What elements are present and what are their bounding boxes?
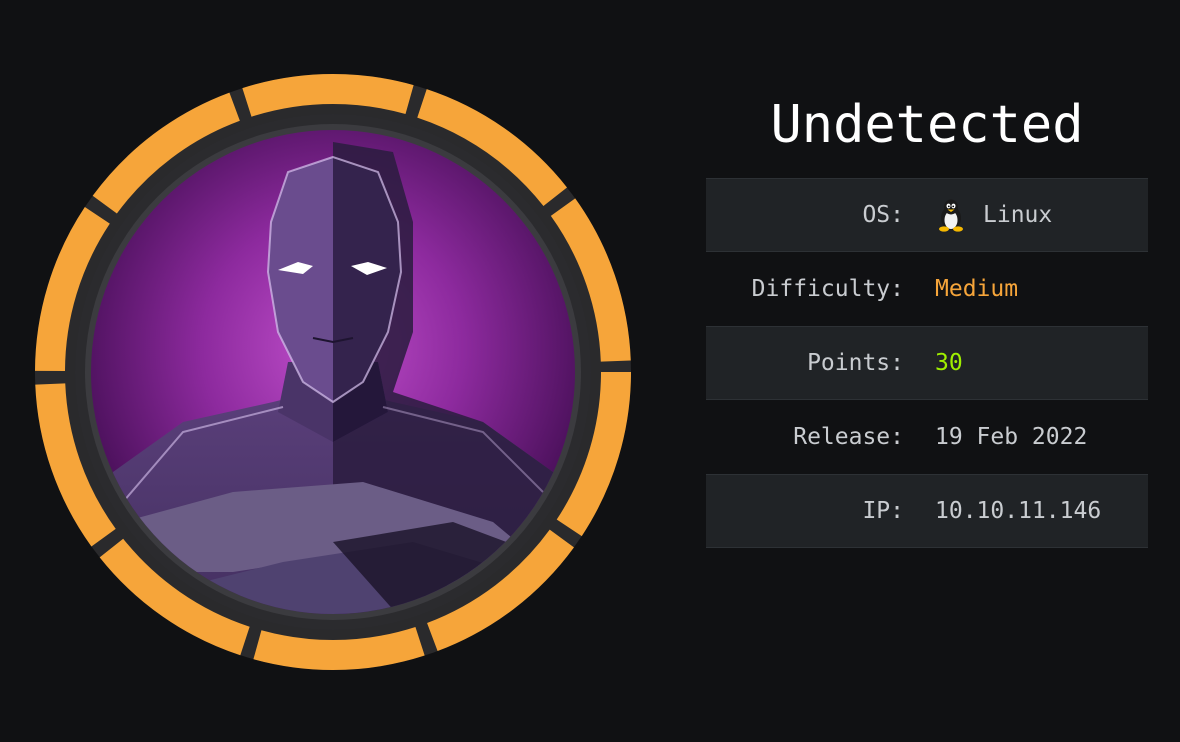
ip-value: 10.10.11.146 [935,498,1102,524]
ip-label: IP: [862,498,904,524]
difficulty-label: Difficulty: [751,276,904,302]
os-value: Linux [935,198,1052,232]
points-label: Points: [807,350,904,376]
release-value: 19 Feb 2022 [935,424,1088,450]
machine-avatar-image [35,74,631,670]
machine-title: Undetected [770,95,1084,155]
machine-card: Undetected OS: Linux Difficulty: Medium … [0,0,1180,742]
info-row-ip: IP: 10.10.11.146 [706,474,1148,548]
os-label: OS: [862,202,904,228]
info-row-difficulty: Difficulty: Medium [706,252,1148,326]
info-row-release: Release: 19 Feb 2022 [706,400,1148,474]
points-value: 30 [935,350,963,376]
difficulty-value: Medium [935,276,1019,302]
os-name: Linux [983,202,1053,228]
linux-penguin-icon [939,199,963,232]
info-row-points: Points: 30 [706,326,1148,400]
machine-avatar-badge [33,72,633,672]
machine-info-table: OS: Linux Difficulty: Medium Points: 30 … [706,178,1148,548]
info-row-os: OS: Linux [706,178,1148,252]
release-label: Release: [793,424,904,450]
